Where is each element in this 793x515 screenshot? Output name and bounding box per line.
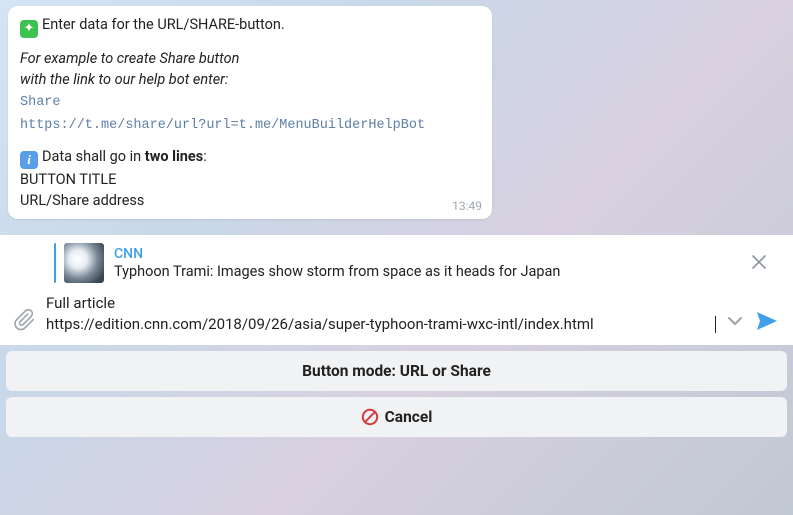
send-icon [755, 309, 779, 333]
msg-two-lines-post: : [203, 148, 207, 165]
msg-url-address: URL/Share address [20, 190, 480, 211]
compose-row: Full article https://edition.cnn.com/201… [0, 287, 793, 345]
msg-mono-url: https://t.me/share/url?url=t.me/MenuBuil… [20, 118, 425, 133]
preview-text: CNN Typhoon Trami: Images show storm fro… [114, 246, 743, 280]
input-zone: CNN Typhoon Trami: Images show storm fro… [0, 235, 793, 345]
button-mode-row[interactable]: Button mode: URL or Share [6, 351, 787, 391]
message-time: 13:49 [452, 198, 482, 215]
close-preview-button[interactable] [743, 247, 775, 279]
cancel-button[interactable]: Cancel [6, 397, 787, 437]
chat-area: ✦Enter data for the URL/SHARE-button. Fo… [0, 0, 793, 219]
no-entry-icon [361, 408, 379, 426]
msg-button-title: BUTTON TITLE [20, 169, 480, 190]
message-line-1: ✦Enter data for the URL/SHARE-button. [20, 14, 480, 38]
reply-stripe [54, 243, 56, 283]
msg-two-lines-bold: two lines [145, 148, 203, 165]
msg-example-2: with the link to our help bot enter: [20, 71, 228, 88]
message-input[interactable]: Full article https://edition.cnn.com/201… [46, 293, 715, 335]
send-button[interactable] [755, 309, 779, 335]
preview-source: CNN [114, 246, 743, 262]
msg-enter-data: Enter data for the URL/SHARE-button. [42, 16, 285, 33]
chevron-down-icon [725, 311, 745, 331]
msg-mono-share: Share [20, 95, 61, 110]
msg-two-lines-pre: Data shall go in [42, 148, 145, 165]
sparkle-icon: ✦ [20, 20, 38, 38]
cancel-label: Cancel [385, 408, 433, 426]
attach-button[interactable] [14, 309, 36, 335]
button-mode-label: Button mode: URL or Share [302, 362, 491, 380]
paperclip-icon [14, 309, 36, 331]
link-preview: CNN Typhoon Trami: Images show storm fro… [0, 235, 793, 287]
preview-thumbnail [64, 243, 104, 283]
msg-two-lines: iData shall go in two lines: [20, 146, 480, 169]
info-icon: i [20, 151, 38, 169]
preview-title: Typhoon Trami: Images show storm from sp… [114, 263, 743, 280]
options-button[interactable] [725, 311, 745, 335]
msg-example-1: For example to create Share button [20, 50, 239, 67]
bot-message: ✦Enter data for the URL/SHARE-button. Fo… [8, 6, 492, 219]
close-icon [751, 254, 767, 270]
